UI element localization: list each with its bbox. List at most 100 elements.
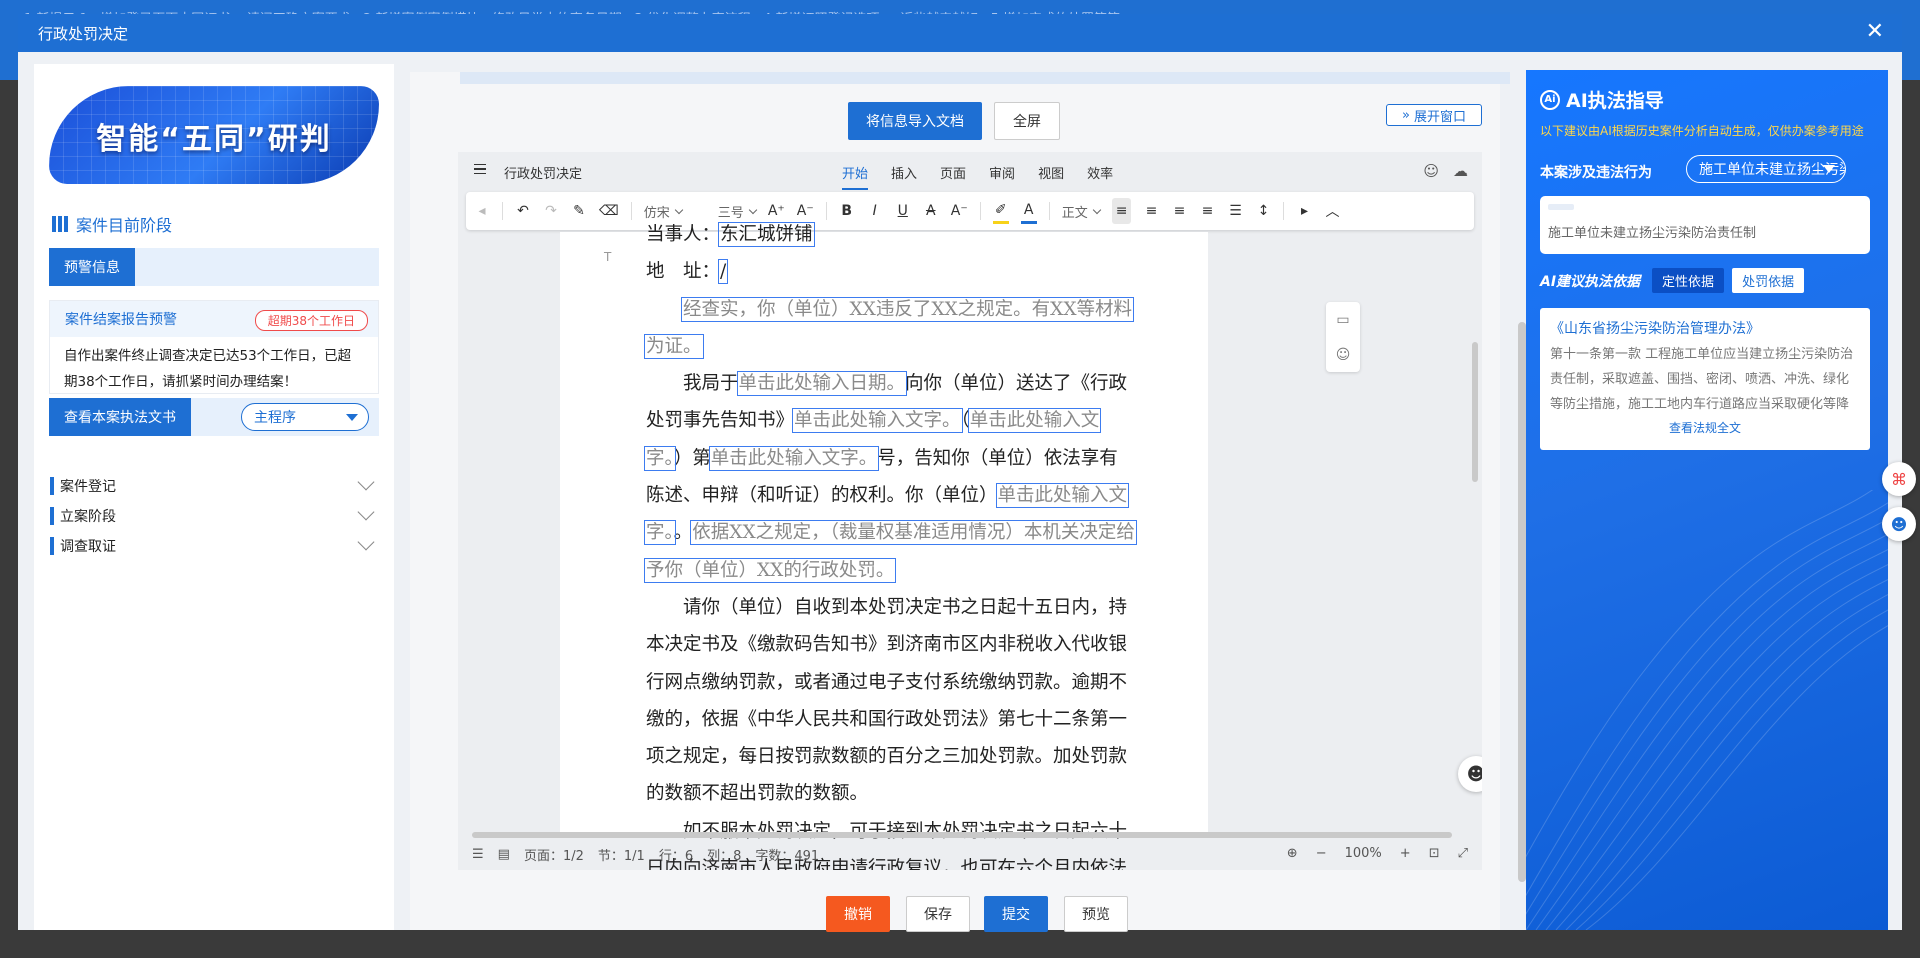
- text-placeholder[interactable]: 单击此处输入文字。: [708, 445, 880, 471]
- party-value[interactable]: 东汇城饼铺: [718, 222, 815, 247]
- ai-subtitle: 以下建议由AI根据历史案件分析自动生成，仅供办案参考用途: [1540, 124, 1864, 138]
- left-panel: 智能“五同”研判 案件目前阶段 预警信息 案件结案报告预警 超期38个工作日 自…: [34, 64, 394, 930]
- menu-view[interactable]: 视图: [1038, 163, 1064, 190]
- line-spacing-icon[interactable]: ↕: [1255, 198, 1271, 224]
- zoom-controls: ⊕ − 100% + ⊡ ⤢: [1287, 846, 1468, 861]
- address-value[interactable]: /: [717, 259, 729, 285]
- chevron-down-icon: [357, 473, 375, 491]
- tree-item-filing[interactable]: 立案阶段: [50, 503, 380, 528]
- behavior-box[interactable]: 施工单位未建立扬尘污染防治责任制: [1540, 196, 1870, 254]
- save-button[interactable]: 保存: [906, 896, 970, 932]
- cloud-icon[interactable]: ☁: [1453, 162, 1468, 180]
- format-painter-icon[interactable]: ✎: [571, 198, 587, 224]
- text-placeholder[interactable]: 单击此处输入文字。: [792, 408, 963, 434]
- fullscreen-icon[interactable]: ⤢: [1458, 846, 1468, 861]
- hamburger-icon[interactable]: [474, 164, 486, 174]
- modal-dialog: 行政处罚决定 ✕ 智能“五同”研判 案件目前阶段 预警信息 案件结案报告预警 超…: [18, 14, 1902, 932]
- menu-page[interactable]: 页面: [940, 163, 966, 190]
- chevron-down-icon: [357, 503, 375, 521]
- menu-review[interactable]: 审阅: [989, 163, 1015, 190]
- banner-text: 智能“五同”研判: [96, 122, 332, 157]
- document-page[interactable]: T 当事人：东汇城饼铺 地 址：/ 经查实，你（单位）XX违反了XX之规定。有X…: [560, 222, 1208, 870]
- modal-header: 行政处罚决定 ✕: [18, 14, 1902, 52]
- floating-feature-icon[interactable]: ⌘: [1882, 462, 1916, 496]
- revoke-button[interactable]: 撤销: [826, 896, 890, 932]
- outer-scrollbar[interactable]: [1518, 322, 1526, 882]
- editor-menu: 开始 插入 页面 审阅 视图 效率: [842, 163, 1113, 190]
- assistant-icon[interactable]: ☺: [1423, 162, 1439, 180]
- party-label: 当事人：: [646, 224, 721, 245]
- basis-label: AI建议执法依据: [1540, 273, 1641, 290]
- fit-page-icon[interactable]: ⊡: [1429, 846, 1440, 861]
- align-justify-icon[interactable]: ≡: [1199, 198, 1215, 224]
- toolbar-separator: [502, 202, 503, 220]
- notice-text-d: ）第: [673, 447, 711, 469]
- tree-marker: [50, 477, 54, 495]
- close-icon[interactable]: ✕: [1866, 21, 1884, 43]
- doc-party-line: 当事人：东汇城饼铺: [646, 216, 1136, 253]
- decision-field[interactable]: 依据XX之规定，（裁量权基准适用情况）本机关决定给予你（单位）XX的行政处罚。: [644, 520, 1137, 583]
- fullscreen-button[interactable]: 全屏: [994, 102, 1060, 140]
- zoom-in-icon[interactable]: +: [1400, 846, 1411, 861]
- address-label: 地 址：: [646, 261, 721, 283]
- tree-item-case-register[interactable]: 案件登记: [50, 473, 380, 498]
- comment-icon[interactable]: ▭: [1336, 312, 1349, 328]
- more-arrow-icon[interactable]: ▸: [1296, 198, 1312, 224]
- expand-window-button[interactable]: » 展开窗口: [1386, 104, 1482, 126]
- docs-tab[interactable]: 查看本案执法文书: [49, 398, 191, 436]
- ai-title: Ai AI执法指导: [1540, 86, 1664, 113]
- doc-address-line: 地 址：/: [646, 253, 1136, 290]
- menu-start[interactable]: 开始: [842, 163, 869, 190]
- collapse-toolbar-icon[interactable]: ︿: [1324, 198, 1340, 224]
- document-body[interactable]: 当事人：东汇城饼铺 地 址：/ 经查实，你（单位）XX违反了XX之规定。有XX等…: [643, 216, 1137, 870]
- assistant-robot-icon[interactable]: ☻: [1458, 756, 1482, 792]
- procedure-select[interactable]: 主程序: [241, 403, 369, 431]
- submit-button[interactable]: 提交: [984, 896, 1048, 932]
- status-page: 页面：1/2: [523, 848, 584, 864]
- behavior-select[interactable]: 施工单位未建立扬尘污染防治责任制: [1686, 155, 1846, 183]
- toolbar-separator: [1283, 202, 1285, 220]
- procedure-select-value: 主程序: [254, 410, 296, 426]
- globe-icon[interactable]: ⊕: [1287, 846, 1298, 861]
- align-center-icon[interactable]: ≡: [1143, 198, 1159, 224]
- ai-title-label: AI执法指导: [1566, 90, 1664, 112]
- law-card: 《山东省扬尘污染防治管理办法》 第十一条第一款 工程施工单位应当建立扬尘污染防治…: [1540, 308, 1870, 450]
- chevron-down-icon: [357, 533, 375, 551]
- top-strip: [460, 72, 1510, 84]
- warn-tab-row: 预警信息: [49, 248, 379, 286]
- editor-right-icons: ☺ ☁: [1423, 162, 1468, 180]
- menu-insert[interactable]: 插入: [891, 163, 917, 190]
- emoji-icon[interactable]: ☺: [1336, 347, 1351, 363]
- import-to-doc-button[interactable]: 将信息导入文档: [848, 102, 982, 140]
- align-right-icon[interactable]: ≡: [1171, 198, 1187, 224]
- menu-efficiency[interactable]: 效率: [1087, 163, 1113, 190]
- page-nav-icon[interactable]: ▤: [498, 847, 510, 862]
- floating-assistant-icon[interactable]: ☻: [1882, 507, 1916, 541]
- view-law-link[interactable]: 查看法规全文: [1550, 419, 1860, 436]
- tree-item-investigation[interactable]: 调查取证: [50, 533, 380, 558]
- eraser-icon[interactable]: ⌫: [599, 198, 619, 224]
- doc-paragraph-finding: 经查实，你（单位）XX违反了XX之规定。有XX等材料为证。: [643, 291, 1136, 366]
- vertical-scrollbar[interactable]: [1472, 342, 1478, 482]
- date-placeholder[interactable]: 单击此处输入日期。: [736, 371, 908, 397]
- outline-icon[interactable]: ☰: [472, 847, 484, 862]
- tree-marker: [50, 537, 54, 555]
- preview-button[interactable]: 预览: [1064, 896, 1128, 932]
- penalty-basis-button[interactable]: 处罚依据: [1732, 268, 1805, 293]
- warn-tab[interactable]: 预警信息: [49, 248, 135, 286]
- distributed-icon[interactable]: ☰: [1227, 198, 1243, 224]
- double-chevron-icon: »: [1402, 107, 1410, 123]
- zoom-out-icon[interactable]: −: [1316, 846, 1327, 861]
- undo-icon[interactable]: ↶: [515, 198, 531, 224]
- qualitative-basis-button[interactable]: 定性依据: [1652, 268, 1725, 293]
- expand-window-label: 展开窗口: [1413, 109, 1466, 125]
- side-tools: ▭ ☺: [1326, 302, 1360, 372]
- wave-decoration: [1526, 490, 1888, 930]
- redo-icon[interactable]: ↷: [543, 198, 559, 224]
- notice-text-c: （: [960, 410, 970, 432]
- law-title[interactable]: 《山东省扬尘污染防治管理办法》: [1550, 318, 1860, 338]
- status-chars: 字数：491: [755, 848, 820, 864]
- ai-guidance-panel: Ai AI执法指导 以下建议由AI根据历史案件分析自动生成，仅供办案参考用途 本…: [1526, 70, 1888, 930]
- finding-field[interactable]: 经查实，你（单位）XX违反了XX之规定。有XX等材料为证。: [643, 296, 1135, 359]
- back-icon[interactable]: ◂: [474, 198, 490, 224]
